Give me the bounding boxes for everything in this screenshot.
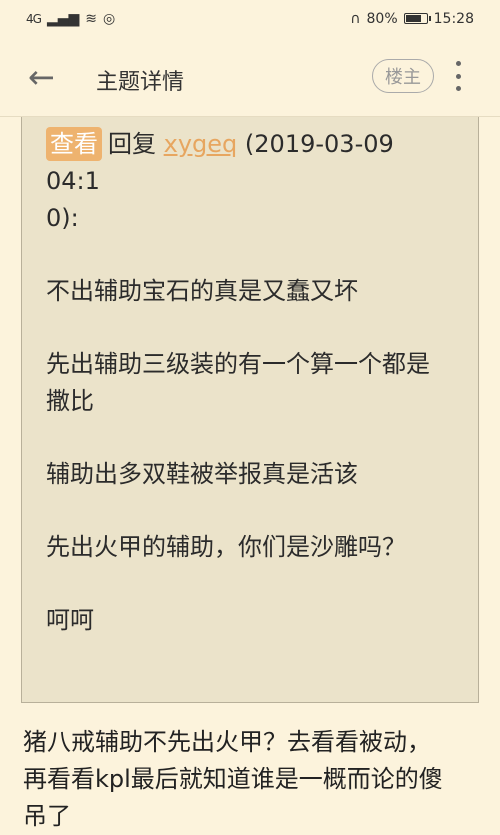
app-header: ← 主题详情 楼主	[0, 37, 500, 117]
network-type: 4G	[26, 11, 42, 26]
quote-line: 先出辅助三级装的有一个算一个都是	[46, 350, 430, 378]
reply-prefix: 回复	[108, 130, 156, 158]
reply-line: 再看看kpl最后就知道谁是一概而论的傻	[23, 765, 443, 793]
view-button[interactable]: 查看	[46, 127, 102, 161]
quote-line: 先出火甲的辅助，你们是沙雕吗？	[46, 533, 406, 561]
reply-line: 猪八戒辅助不先出火甲？去看看被动，	[23, 728, 431, 756]
clock: 15:28	[433, 10, 474, 27]
wifi-icon: ≋	[85, 10, 97, 27]
reply-body: 猪八戒辅助不先出火甲？去看看被动， 再看看kpl最后就知道谁是一概而论的傻 吊了	[23, 724, 478, 835]
back-arrow-icon[interactable]: ←	[28, 61, 55, 93]
quote-line: 撒比	[46, 387, 94, 415]
reply-line: 吊了	[23, 802, 71, 830]
status-bar: 4G ▂▄▆ ≋ ◎ ∩ 80% 15:28	[0, 0, 500, 37]
sync-icon: ◎	[102, 10, 116, 27]
battery-icon	[403, 13, 431, 24]
signal-icon: ▂▄▆	[46, 10, 80, 27]
quote-line: 呵呵	[46, 606, 94, 634]
op-only-button[interactable]: 楼主	[372, 59, 434, 93]
quoted-post: 查看 回复 xygeq (2019-03-09 04:1 0): 不出辅助宝石的真…	[21, 117, 479, 703]
quote-line: 辅助出多双鞋被举报真是活该	[46, 460, 358, 488]
username-link[interactable]: xygeq	[164, 130, 238, 158]
quote-timestamp-cont: 0):	[46, 204, 79, 232]
more-options-icon[interactable]	[452, 61, 464, 91]
battery-percent: 80%	[366, 10, 398, 27]
quote-line: 不出辅助宝石的真是又蠢又坏	[46, 277, 358, 305]
page-title: 主题详情	[96, 70, 185, 95]
quote-header: 查看 回复 xygeq (2019-03-09 04:1 0):	[46, 126, 454, 237]
headphone-icon: ∩	[350, 10, 361, 27]
